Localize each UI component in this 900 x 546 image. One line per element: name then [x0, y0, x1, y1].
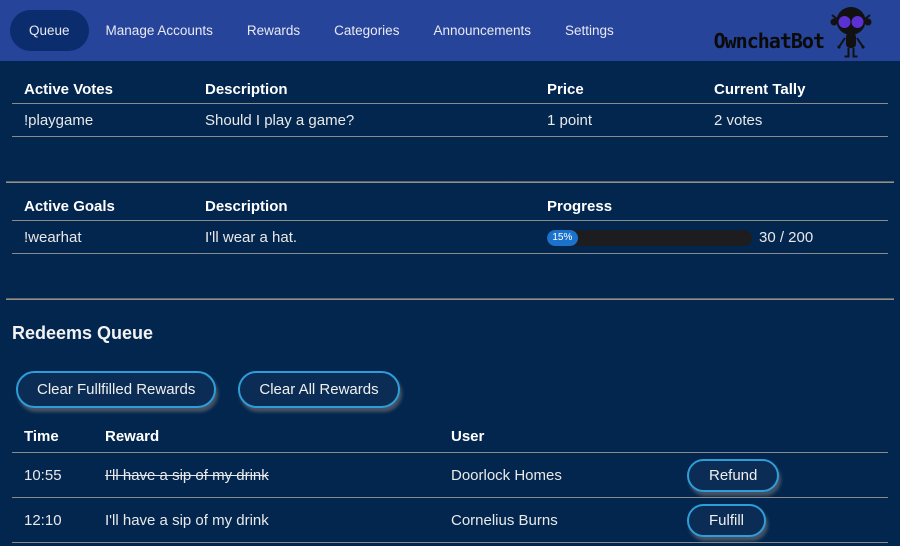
- redeem-reward-text: I'll have a sip of my drink: [105, 467, 269, 484]
- progress-count-text: 30 / 200: [759, 229, 813, 246]
- nav-tab-announcements[interactable]: Announcements: [416, 10, 548, 51]
- redeems-header-action: [675, 410, 888, 453]
- redeem-reward-text: I'll have a sip of my drink: [105, 512, 269, 529]
- nav-tab-rewards[interactable]: Rewards: [230, 10, 317, 51]
- table-row: 12:10 I'll have a sip of my drink Cornel…: [12, 498, 888, 543]
- redeems-table: Time Reward User 10:55 I'll have a sip o…: [12, 410, 888, 543]
- active-votes-table: Active Votes Description Price Current T…: [12, 61, 888, 137]
- progress-fill: 15%: [547, 230, 578, 246]
- main-content: Active Votes Description Price Current T…: [12, 61, 888, 543]
- votes-header-command: Active Votes: [12, 61, 193, 104]
- redeem-action-cell: Refund: [675, 453, 888, 498]
- goals-header-row: Active Goals Description Progress: [12, 183, 888, 221]
- vote-price: 1 point: [535, 104, 702, 137]
- redeem-user: Doorlock Homes: [439, 453, 675, 498]
- progress-percent-label: 15%: [552, 232, 572, 243]
- nav-tab-settings[interactable]: Settings: [548, 10, 631, 51]
- active-goals-table: Active Goals Description Progress !wearh…: [12, 183, 888, 254]
- redeem-reward: I'll have a sip of my drink: [93, 498, 439, 543]
- goal-description: I'll wear a hat.: [193, 221, 535, 254]
- goals-header-description: Description: [193, 183, 535, 221]
- nav-tab-queue[interactable]: Queue: [10, 10, 89, 51]
- robot-mascot-icon: [826, 3, 876, 59]
- votes-header-price: Price: [535, 61, 702, 104]
- redeems-queue-section: Redeems Queue Clear Fullfilled Rewards C…: [12, 323, 888, 543]
- top-nav: Queue Manage Accounts Rewards Categories…: [0, 0, 900, 61]
- goal-command: !wearhat: [12, 221, 193, 254]
- redeem-time: 12:10: [12, 498, 93, 543]
- clear-fulfilled-rewards-button[interactable]: Clear Fullfilled Rewards: [16, 371, 216, 408]
- table-row: !playgame Should I play a game? 1 point …: [12, 104, 888, 137]
- goals-header-progress: Progress: [535, 183, 888, 221]
- vote-command: !playgame: [12, 104, 193, 137]
- clear-all-rewards-button[interactable]: Clear All Rewards: [238, 371, 399, 408]
- goals-header-command: Active Goals: [12, 183, 193, 221]
- redeem-time: 10:55: [12, 453, 93, 498]
- redeems-queue-title: Redeems Queue: [12, 323, 888, 344]
- redeems-header-row: Time Reward User: [12, 410, 888, 453]
- redeem-user: Cornelius Burns: [439, 498, 675, 543]
- redeem-reward: I'll have a sip of my drink: [93, 453, 439, 498]
- divider: [6, 298, 894, 300]
- table-row: 10:55 I'll have a sip of my drink Doorlo…: [12, 453, 888, 498]
- fulfill-button[interactable]: Fulfill: [687, 504, 766, 537]
- redeem-action-cell: Fulfill: [675, 498, 888, 543]
- votes-header-description: Description: [193, 61, 535, 104]
- logo-text: OwnchatBot: [714, 29, 824, 53]
- app-logo: OwnchatBot: [714, 0, 890, 61]
- nav-tab-manage-accounts[interactable]: Manage Accounts: [89, 10, 230, 51]
- goal-progress-bar: 15%: [547, 230, 752, 246]
- redeems-actions: Clear Fullfilled Rewards Clear All Rewar…: [16, 371, 888, 408]
- table-row: !wearhat I'll wear a hat. 15% 30 / 200: [12, 221, 888, 254]
- vote-description: Should I play a game?: [193, 104, 535, 137]
- refund-button[interactable]: Refund: [687, 459, 779, 492]
- votes-header-row: Active Votes Description Price Current T…: [12, 61, 888, 104]
- nav-tab-categories[interactable]: Categories: [317, 10, 416, 51]
- redeems-header-user: User: [439, 410, 675, 453]
- vote-tally: 2 votes: [702, 104, 888, 137]
- redeems-header-time: Time: [12, 410, 93, 453]
- goal-progress-cell: 15% 30 / 200: [535, 221, 888, 254]
- votes-header-tally: Current Tally: [702, 61, 888, 104]
- redeems-header-reward: Reward: [93, 410, 439, 453]
